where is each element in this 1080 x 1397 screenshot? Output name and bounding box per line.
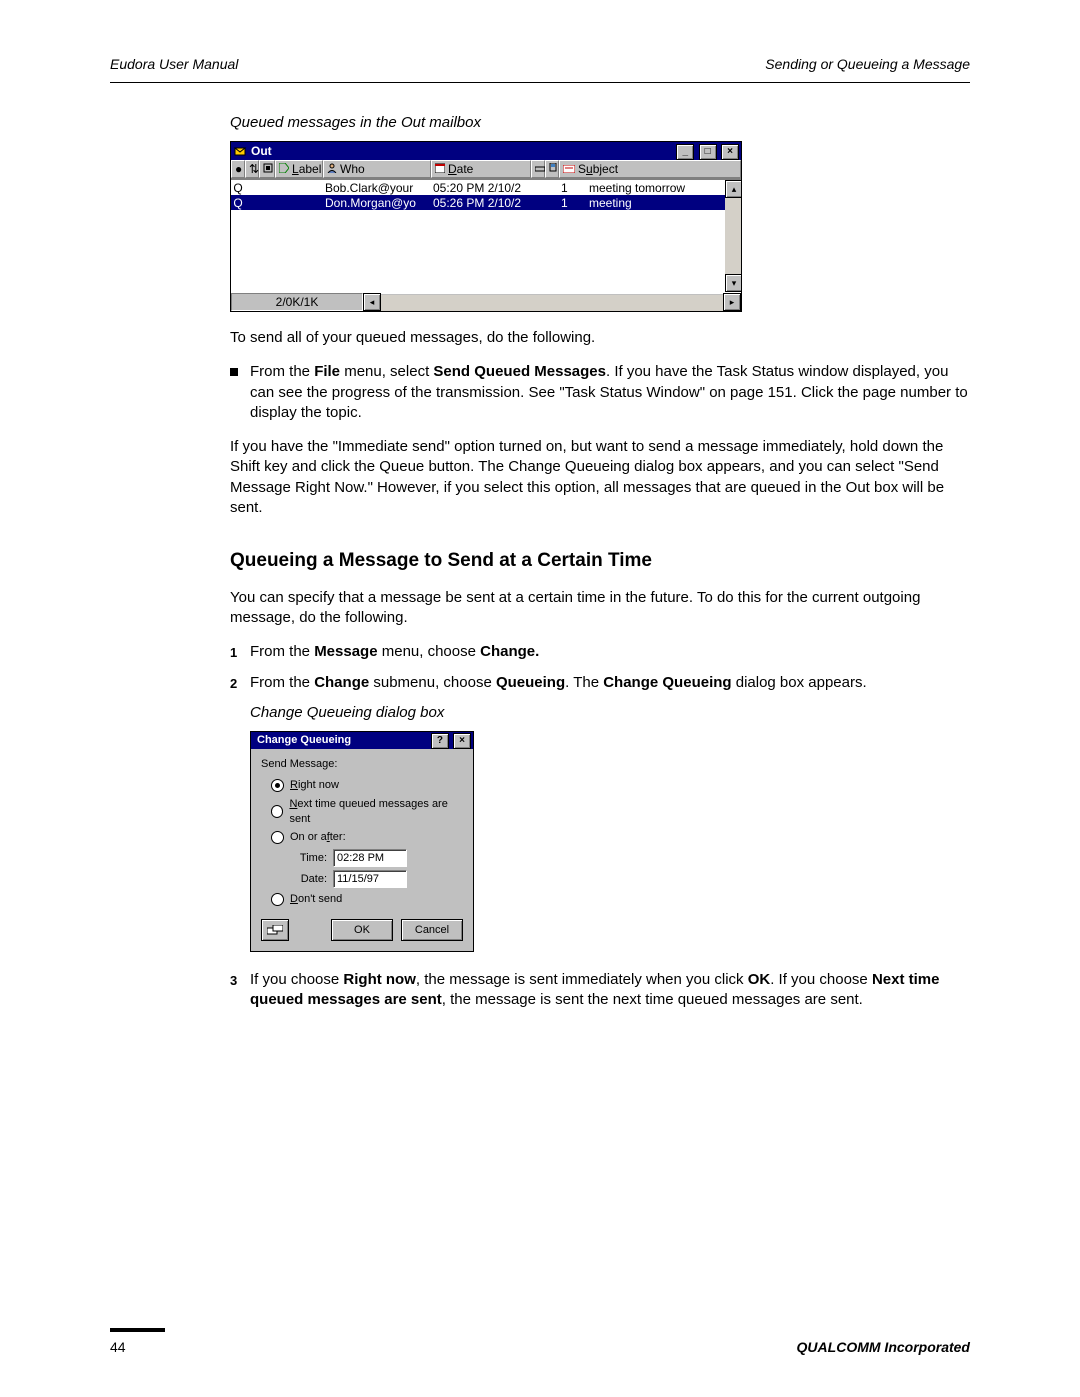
priority-icon: ⇅ <box>249 161 259 177</box>
option-dont-send[interactable]: Don't send <box>271 892 463 907</box>
option-on-or-after[interactable]: On or after: <box>271 830 463 845</box>
row-date: 05:26 PM 2/10/2 <box>431 195 559 211</box>
header-right: Sending or Queueing a Message <box>765 55 970 74</box>
caption-change-queueing: Change Queueing dialog box <box>250 703 970 723</box>
col-size[interactable] <box>531 160 545 178</box>
row-who: Bob.Clark@your <box>323 180 431 196</box>
cancel-button[interactable]: Cancel <box>401 919 463 941</box>
running-header: Eudora User Manual Sending or Queueing a… <box>110 55 970 74</box>
server-icon <box>549 161 557 177</box>
outbox-icon-button[interactable] <box>261 919 289 941</box>
col-date[interactable]: Date <box>431 160 531 178</box>
out-mailbox-window: Out _ □ × ● ⇅ <box>230 141 742 312</box>
para-specify: You can specify that a message be sent a… <box>230 588 970 629</box>
close-button[interactable]: × <box>453 733 471 749</box>
horizontal-scrollbar[interactable] <box>381 293 723 311</box>
square-bullet-icon <box>230 368 238 376</box>
out-statusbar: 2/0K/1K ◂ ▸ <box>231 292 741 311</box>
radio-icon <box>271 893 284 906</box>
time-label: ime: <box>306 852 327 864</box>
row-subject: meeting tomorrow <box>587 180 741 196</box>
row-status: Q <box>231 180 245 196</box>
send-message-label: Send Message: <box>261 757 463 772</box>
radio-icon <box>271 805 283 818</box>
minimize-button[interactable]: _ <box>676 144 694 160</box>
option-on-or-after-text: ter: <box>330 831 346 843</box>
date-field-row: Date: 11/15/97 <box>293 870 463 888</box>
date-label: te: <box>315 873 327 885</box>
col-date-text: ate <box>457 162 474 176</box>
col-subject-text: bject <box>593 162 618 176</box>
scroll-right-button[interactable]: ▸ <box>723 293 741 311</box>
option-right-now[interactable]: Right now <box>271 778 463 793</box>
step-1: 1 From the Message menu, choose Change. <box>230 642 970 662</box>
date-input[interactable]: 11/15/97 <box>333 870 407 888</box>
page-footer: 44 QUALCOMM Incorporated <box>110 1328 970 1357</box>
close-button[interactable]: × <box>721 144 739 160</box>
step-3: 3 If you choose Right now, the message i… <box>230 970 970 1011</box>
step-2: 2 From the Change submenu, choose Queuei… <box>230 673 970 693</box>
caption-out-mailbox: Queued messages in the Out mailbox <box>230 113 970 133</box>
out-message-list: Q Bob.Clark@your 05:20 PM 2/10/2 1 meeti… <box>231 179 741 292</box>
row-size: 1 <box>559 195 573 211</box>
help-button[interactable]: ? <box>431 733 449 749</box>
company-name: QUALCOMM Incorporated <box>797 1338 970 1357</box>
bullet-file-send-queued: From the File menu, select Send Queued M… <box>230 362 970 423</box>
tag-icon <box>279 161 289 177</box>
change-queueing-dialog: Change Queueing ? × Send Message: Right … <box>250 731 474 952</box>
col-label[interactable]: Label <box>275 160 323 178</box>
col-server[interactable] <box>545 160 559 178</box>
mailbox-icon <box>233 145 247 157</box>
status-dot-icon: ● <box>235 161 242 177</box>
radio-icon <box>271 779 284 792</box>
subject-icon <box>563 161 575 177</box>
row-who: Don.Morgan@yo <box>323 195 431 211</box>
col-attachment[interactable] <box>259 160 275 178</box>
out-column-headers: ● ⇅ Label <box>231 160 741 179</box>
scroll-down-button[interactable]: ▾ <box>725 274 741 292</box>
option-next-time[interactable]: Next time queued messages are sent <box>271 797 463 827</box>
radio-icon <box>271 831 284 844</box>
row-subject: meeting <box>587 195 741 211</box>
dlg-titlebar: Change Queueing ? × <box>251 732 473 749</box>
row-status: Q <box>231 195 245 211</box>
status-count: 2/0K/1K <box>231 293 363 311</box>
col-who-text: Who <box>340 161 365 177</box>
heading-queueing-time: Queueing a Message to Send at a Certain … <box>230 548 970 574</box>
out-window-title: Out <box>251 143 272 159</box>
table-row[interactable]: Q Bob.Clark@your 05:20 PM 2/10/2 1 meeti… <box>231 180 741 195</box>
size-icon <box>535 161 545 177</box>
person-icon <box>327 161 337 177</box>
option-next-time-text: ext time queued messages are sent <box>289 798 447 825</box>
time-input[interactable]: 02:28 PM <box>333 849 407 867</box>
col-who[interactable]: Who <box>323 160 431 178</box>
col-subject[interactable]: Subject <box>559 160 741 178</box>
page-number: 44 <box>110 1338 126 1357</box>
ok-button[interactable]: OK <box>331 919 393 941</box>
scroll-left-button[interactable]: ◂ <box>363 293 381 311</box>
option-right-now-text: ight now <box>298 779 339 791</box>
attachment-icon <box>263 161 273 177</box>
dlg-title: Change Queueing <box>253 733 351 748</box>
maximize-button[interactable]: □ <box>699 144 717 160</box>
calendar-icon <box>435 161 445 177</box>
out-titlebar: Out _ □ × <box>231 142 741 160</box>
vertical-scrollbar[interactable]: ▴ ▾ <box>725 180 741 292</box>
para-immediate-send: If you have the "Immediate send" option … <box>230 437 970 518</box>
option-dont-send-text: on't send <box>298 893 342 905</box>
col-label-text: abel <box>299 162 322 176</box>
row-size: 1 <box>559 180 573 196</box>
scroll-up-button[interactable]: ▴ <box>725 180 741 198</box>
time-field-row: Time: 02:28 PM <box>293 849 463 867</box>
row-date: 05:20 PM 2/10/2 <box>431 180 559 196</box>
header-left: Eudora User Manual <box>110 55 238 74</box>
table-row[interactable]: Q Don.Morgan@yo 05:26 PM 2/10/2 1 meetin… <box>231 195 741 210</box>
col-status[interactable]: ● <box>231 160 245 178</box>
para-send-all: To send all of your queued messages, do … <box>230 328 970 348</box>
col-priority[interactable]: ⇅ <box>245 160 259 178</box>
